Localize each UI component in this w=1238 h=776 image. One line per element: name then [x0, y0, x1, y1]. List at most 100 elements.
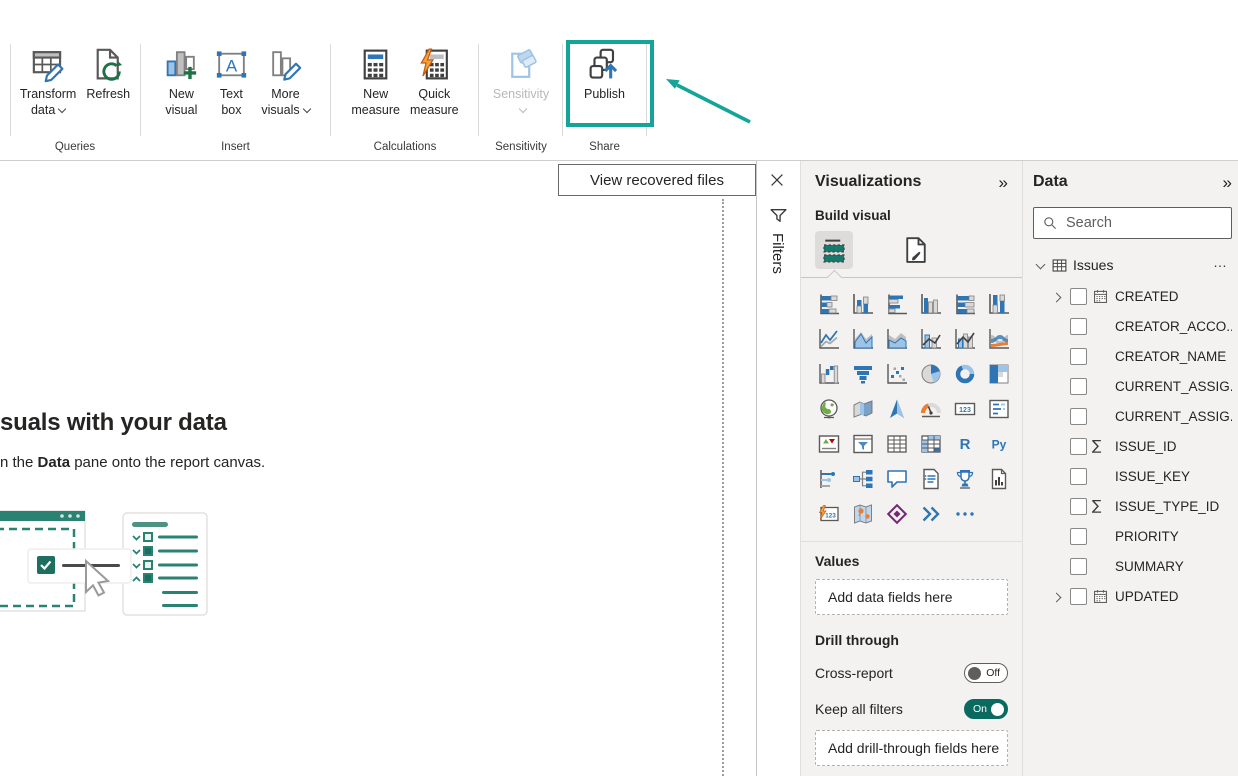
- cross-report-label: Cross-report: [815, 665, 893, 681]
- visual-icon-hundred-stacked-column-chart[interactable]: [985, 290, 1013, 318]
- field-checkbox[interactable]: [1070, 408, 1087, 425]
- visual-icon-clustered-bar-chart[interactable]: [883, 290, 911, 318]
- visual-icon-table[interactable]: [883, 430, 911, 458]
- visual-icon-matrix[interactable]: [917, 430, 945, 458]
- ribbon-item-sensitivity[interactable]: Sensitivity: [489, 44, 553, 118]
- svg-text:Py: Py: [992, 438, 1007, 452]
- visual-icon-arcgis-map[interactable]: [849, 500, 877, 528]
- ribbon-item-refresh[interactable]: Refresh: [82, 44, 134, 118]
- ribbon-item-text-box[interactable]: ATextbox: [207, 44, 255, 118]
- visual-icon-line-and-stacked-column-chart[interactable]: [917, 325, 945, 353]
- field-checkbox[interactable]: [1070, 588, 1087, 605]
- keep-all-filters-toggle[interactable]: On: [964, 699, 1008, 719]
- field-checkbox[interactable]: [1070, 438, 1087, 455]
- visual-icon-line-and-clustered-column-chart[interactable]: [951, 325, 979, 353]
- svg-text:123: 123: [959, 407, 971, 414]
- field-checkbox[interactable]: [1070, 348, 1087, 365]
- visual-icon-get-more-visuals[interactable]: [951, 500, 979, 528]
- visual-icon-slicer[interactable]: [849, 430, 877, 458]
- ribbon-group-insert: Newvisual ATextboxMorevisuals Insert: [141, 0, 330, 158]
- field-checkbox[interactable]: [1070, 558, 1087, 575]
- visual-icon-stacked-bar-chart[interactable]: [815, 290, 843, 318]
- field-row-issue-id[interactable]: ∑ISSUE_ID: [1033, 431, 1232, 461]
- field-checkbox[interactable]: [1070, 498, 1087, 515]
- field-row-issue-type-id[interactable]: ∑ISSUE_TYPE_ID: [1033, 491, 1232, 521]
- field-row-creator-name[interactable]: CREATOR_NAME: [1033, 341, 1232, 371]
- cross-report-toggle[interactable]: Off: [964, 663, 1008, 683]
- visual-icon-azure-map[interactable]: [883, 395, 911, 423]
- visual-icon-scatter-chart[interactable]: [883, 360, 911, 388]
- search-box[interactable]: [1033, 207, 1232, 239]
- field-row-summary[interactable]: SUMMARY: [1033, 551, 1232, 581]
- field-checkbox[interactable]: [1070, 378, 1087, 395]
- visual-icon-q-and-a[interactable]: [883, 465, 911, 493]
- field-row-creator-acco[interactable]: CREATOR_ACCO...: [1033, 311, 1232, 341]
- chevron-right-icon[interactable]: [1052, 292, 1062, 302]
- visual-icon-gauge[interactable]: [917, 395, 945, 423]
- visual-icon-funnel-chart[interactable]: [849, 360, 877, 388]
- visual-icon-pie-chart[interactable]: [917, 360, 945, 388]
- ribbon-group-label: Insert: [141, 141, 330, 153]
- visual-icon-smart-narrative[interactable]: [917, 465, 945, 493]
- ribbon-item-publish[interactable]: Publish: [580, 44, 629, 103]
- data-pane-title: Data: [1033, 173, 1068, 191]
- field-row-issue-key[interactable]: ISSUE_KEY: [1033, 461, 1232, 491]
- visual-icon-paginated-report[interactable]: [985, 465, 1013, 493]
- visual-icon-filled-map[interactable]: [849, 395, 877, 423]
- chevron-down-icon[interactable]: [1036, 259, 1046, 269]
- visual-icon-treemap[interactable]: [985, 360, 1013, 388]
- ribbon-item-new-visual[interactable]: Newvisual: [157, 44, 205, 118]
- field-checkbox[interactable]: [1070, 528, 1087, 545]
- field-row-updated[interactable]: UPDATED: [1033, 581, 1232, 611]
- collapse-pane-icon[interactable]: »: [1223, 174, 1232, 191]
- ribbon-item-transform-data[interactable]: Transformdata: [16, 44, 81, 118]
- visual-icon-stacked-area-chart[interactable]: [883, 325, 911, 353]
- field-row-current-assig[interactable]: CURRENT_ASSIG...: [1033, 371, 1232, 401]
- visual-icon-clustered-column-chart[interactable]: [917, 290, 945, 318]
- visual-icon-ribbon-chart[interactable]: [985, 325, 1013, 353]
- field-checkbox[interactable]: [1070, 318, 1087, 335]
- close-icon[interactable]: [765, 168, 789, 192]
- visual-icon-key-influencers[interactable]: [815, 465, 843, 493]
- ribbon-item-quick-measure[interactable]: Quickmeasure: [406, 44, 463, 118]
- visual-icon-map[interactable]: [815, 395, 843, 423]
- values-field-well[interactable]: Add data fields here: [815, 579, 1008, 615]
- visual-icon-power-apps[interactable]: [883, 500, 911, 528]
- visual-icon-hundred-stacked-bar-chart[interactable]: [951, 290, 979, 318]
- visual-icon-power-automate[interactable]: [917, 500, 945, 528]
- ribbon-item-more-visuals[interactable]: Morevisuals: [257, 44, 313, 118]
- table-issues[interactable]: Issues …: [1033, 254, 1232, 276]
- tab-format-visual[interactable]: [897, 231, 935, 269]
- visual-icon-metrics[interactable]: [951, 465, 979, 493]
- visual-icon-kpi[interactable]: [815, 430, 843, 458]
- drill-through-field-well[interactable]: Add drill-through fields here: [815, 730, 1008, 766]
- report-canvas[interactable]: suals with your data n the Data pane ont…: [0, 161, 756, 776]
- filters-pane-collapsed[interactable]: Filters: [756, 161, 800, 776]
- visual-icon-card[interactable]: 123: [951, 395, 979, 423]
- visual-icon-power-apps-card[interactable]: 123: [815, 500, 843, 528]
- visual-icon-decomposition-tree[interactable]: [849, 465, 877, 493]
- more-options-icon[interactable]: …: [1213, 254, 1228, 270]
- chevron-right-icon[interactable]: [1052, 592, 1062, 602]
- visual-icon-stacked-column-chart[interactable]: [849, 290, 877, 318]
- field-row-current-assig[interactable]: CURRENT_ASSIG...: [1033, 401, 1232, 431]
- visual-icon-donut-chart[interactable]: [951, 360, 979, 388]
- ribbon-item-label: Newvisual: [165, 87, 197, 118]
- field-row-created[interactable]: CREATED: [1033, 281, 1232, 311]
- visual-icon-area-chart[interactable]: [849, 325, 877, 353]
- ribbon-item-new-measure[interactable]: Newmeasure: [347, 44, 404, 118]
- more-visuals-icon: [266, 44, 306, 84]
- filter-funnel-icon[interactable]: [768, 205, 789, 226]
- tab-build-visual[interactable]: [815, 231, 853, 269]
- collapse-pane-icon[interactable]: »: [999, 174, 1008, 191]
- field-checkbox[interactable]: [1070, 468, 1087, 485]
- visual-icon-multi-row-card[interactable]: [985, 395, 1013, 423]
- search-input[interactable]: [1064, 214, 1223, 232]
- field-row-priority[interactable]: PRIORITY: [1033, 521, 1232, 551]
- visual-icon-waterfall-chart[interactable]: [815, 360, 843, 388]
- visual-icon-r-script-visual[interactable]: R: [951, 430, 979, 458]
- field-checkbox[interactable]: [1070, 288, 1087, 305]
- view-recovered-files-button[interactable]: View recovered files: [558, 164, 756, 196]
- visual-icon-line-chart[interactable]: [815, 325, 843, 353]
- visual-icon-python-visual[interactable]: Py: [985, 430, 1013, 458]
